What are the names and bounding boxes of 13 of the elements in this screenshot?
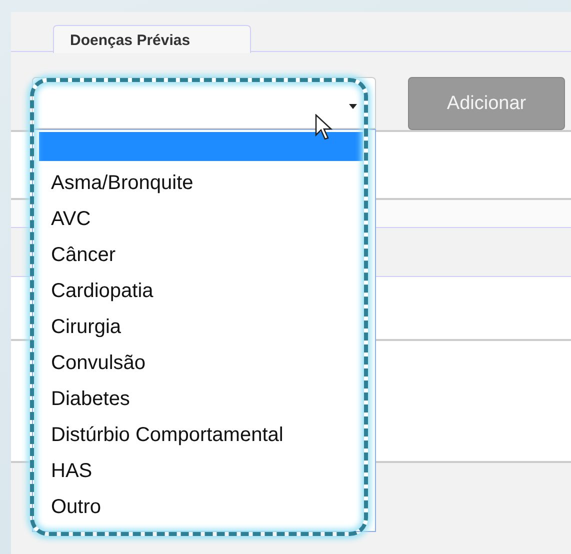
tab[interactable]: Doenças Prévias <box>53 25 251 53</box>
dropdown-option[interactable]: Convulsão <box>39 345 363 381</box>
dropdown-option[interactable]: Câncer <box>39 237 363 273</box>
dropdown-option[interactable]: Diabetes <box>39 381 363 417</box>
select-field[interactable] <box>32 77 376 129</box>
dropdown-option[interactable]: Cardiopatia <box>39 273 363 309</box>
dropdown-option[interactable]: Cirurgia <box>39 309 363 345</box>
dropdown-option[interactable]: AVC <box>39 201 363 237</box>
dropdown-option[interactable]: HAS <box>39 453 363 489</box>
dropdown-option[interactable]: Outro <box>39 489 363 525</box>
dropdown-option[interactable]: Asma/Bronquite <box>39 165 363 201</box>
dropdown-option[interactable]: Distúrbio Comportamental <box>39 417 363 453</box>
caret-icon <box>349 104 357 109</box>
